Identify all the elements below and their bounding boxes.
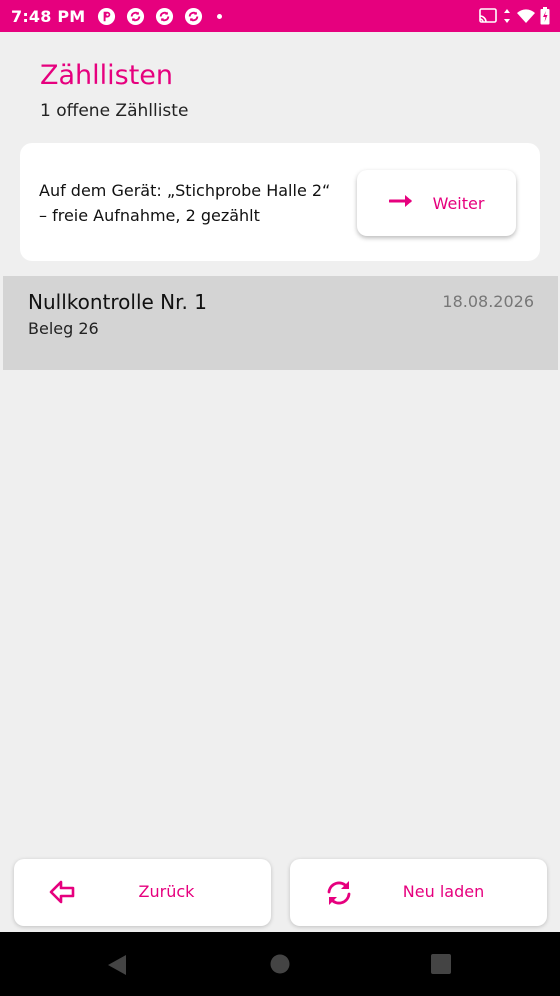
- sync-icon: [155, 7, 174, 26]
- battery-charging-icon: [540, 7, 550, 25]
- reload-button-label: Neu laden: [402, 882, 485, 901]
- back-button[interactable]: Zurück: [14, 859, 271, 926]
- app-icon: [97, 7, 116, 26]
- resume-text-line2: – freie Aufnahme, 2 gezählt: [39, 206, 260, 225]
- system-icons: [478, 7, 550, 25]
- continue-button[interactable]: Weiter: [357, 170, 516, 236]
- arrow-right-icon: [388, 193, 415, 213]
- list-item-title: Nullkontrolle Nr. 1: [28, 290, 207, 314]
- page-title: Zähllisten: [40, 60, 174, 91]
- continue-button-label: Weiter: [432, 193, 485, 213]
- resume-text-line1: Auf dem Gerät: „Stichprobe Halle 2“: [39, 181, 331, 200]
- resume-description: Auf dem Gerät: „Stichprobe Halle 2“ – fr…: [39, 178, 359, 228]
- data-arrows-icon: [502, 8, 512, 24]
- sync-icon: [126, 7, 145, 26]
- cast-icon: [478, 8, 498, 24]
- nav-home-icon[interactable]: [270, 954, 290, 978]
- list-item-subtitle: Beleg 26: [28, 319, 99, 338]
- status-bar: 7:48 PM: [0, 0, 560, 32]
- reload-button[interactable]: Neu laden: [290, 859, 547, 926]
- sync-icon: [184, 7, 203, 26]
- open-count-subtitle: 1 offene Zählliste: [40, 101, 189, 121]
- list-item[interactable]: Nullkontrolle Nr. 1 Beleg 26 18.08.2026: [3, 276, 558, 370]
- status-time: 7:48 PM: [11, 6, 86, 26]
- nav-back-icon[interactable]: [106, 954, 128, 980]
- back-button-label: Zurück: [138, 882, 195, 901]
- notification-icons: [97, 7, 223, 26]
- system-nav-bar: [0, 932, 560, 996]
- more-notifications-dot: [217, 13, 223, 19]
- resume-card: Auf dem Gerät: „Stichprobe Halle 2“ – fr…: [20, 143, 540, 261]
- wifi-icon: [516, 8, 536, 24]
- list-item-date: 18.08.2026: [442, 292, 534, 311]
- nav-recents-icon[interactable]: [431, 954, 451, 978]
